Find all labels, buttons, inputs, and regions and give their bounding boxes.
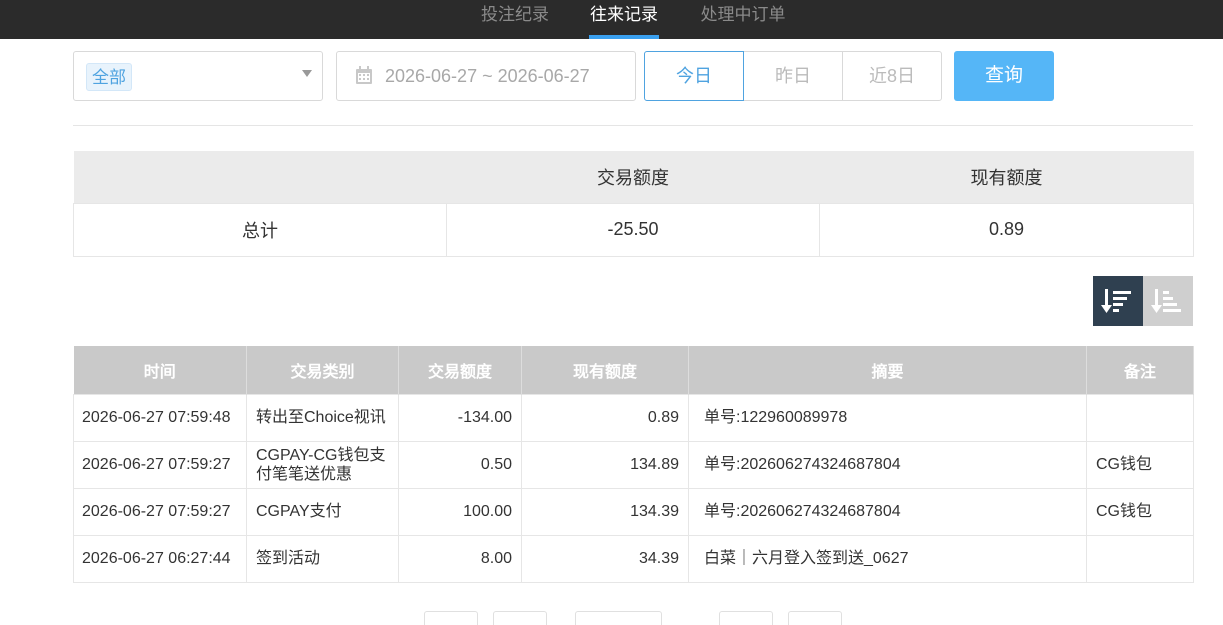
last-8-days-button[interactable]: 近8日 [842, 51, 942, 101]
summary-header-blank [73, 151, 447, 203]
col-time: 时间 [73, 346, 247, 394]
summary-total-amount: -25.50 [446, 202, 820, 257]
date-range-picker[interactable]: 2026-06-27 ~ 2026-06-27 [336, 51, 636, 101]
row-summary: 单号:202606274324687804 [688, 440, 1087, 489]
row-time: 2026-06-27 06:27:44 [73, 534, 247, 583]
row-summary: 单号:202606274324687804 [688, 487, 1087, 536]
today-button[interactable]: 今日 [644, 51, 744, 101]
pagination-first-button[interactable] [424, 611, 478, 625]
row-category: CGPAY-CG钱包支付笔笔送优惠 [246, 440, 399, 489]
row-balance: 134.89 [521, 440, 689, 489]
pagination-page-input[interactable] [575, 611, 662, 625]
records-header: 时间 交易类别 交易额度 现有额度 摘要 备注 [73, 346, 1194, 394]
row-balance: 0.89 [521, 393, 689, 442]
table-row: 2026-06-27 07:59:27 CGPAY-CG钱包支付笔笔送优惠 0.… [73, 440, 1194, 489]
chevron-down-icon [302, 70, 312, 77]
row-note: CG钱包 [1086, 440, 1194, 489]
row-amount: 0.50 [398, 440, 522, 489]
col-balance: 现有额度 [521, 346, 689, 394]
summary-table: 交易额度 现有额度 总计 -25.50 0.89 [73, 151, 1194, 257]
row-summary: 单号:122960089978 [688, 393, 1087, 442]
row-amount: 100.00 [398, 487, 522, 536]
table-row: 2026-06-27 06:27:44 签到活动 8.00 34.39 白菜｜六… [73, 534, 1194, 583]
summary-header-balance: 现有额度 [819, 151, 1194, 203]
row-category: CGPAY支付 [246, 487, 399, 536]
summary-total-label: 总计 [73, 202, 447, 257]
table-row: 2026-06-27 07:59:27 CGPAY支付 100.00 134.3… [73, 487, 1194, 536]
tab-bet-records[interactable]: 投注纪录 [479, 0, 551, 39]
divider [73, 125, 1193, 126]
row-amount: -134.00 [398, 393, 522, 442]
yesterday-button[interactable]: 昨日 [743, 51, 843, 101]
col-summary: 摘要 [688, 346, 1087, 394]
sort-asc-icon [1151, 289, 1181, 313]
row-time: 2026-06-27 07:59:48 [73, 393, 247, 442]
col-category: 交易类别 [246, 346, 399, 394]
sort-desc-icon [1101, 289, 1131, 313]
row-time: 2026-06-27 07:59:27 [73, 487, 247, 536]
query-button[interactable]: 查询 [954, 51, 1054, 101]
row-summary: 白菜｜六月登入签到送_0627 [688, 534, 1087, 583]
sort-desc-button[interactable] [1093, 276, 1143, 326]
row-category: 转出至Choice视讯 [246, 393, 399, 442]
tab-transaction-records[interactable]: 往来记录 [589, 0, 659, 39]
category-tag: 全部 [86, 63, 132, 91]
summary-header-amount: 交易额度 [446, 151, 820, 203]
tab-pending-orders[interactable]: 处理中订单 [698, 0, 788, 39]
row-note [1086, 534, 1194, 583]
summary-total-balance: 0.89 [819, 202, 1194, 257]
row-balance: 134.39 [521, 487, 689, 536]
pagination-next-button[interactable] [719, 611, 773, 625]
row-note [1086, 393, 1194, 442]
row-category: 签到活动 [246, 534, 399, 583]
row-note: CG钱包 [1086, 487, 1194, 536]
summary-header: 交易额度 现有额度 [73, 151, 1194, 203]
top-tab-bar: 投注纪录 往来记录 处理中订单 [0, 0, 1223, 39]
date-range-text: 2026-06-27 ~ 2026-06-27 [385, 66, 590, 86]
records-table: 时间 交易类别 交易额度 现有额度 摘要 备注 2026-06-27 07:59… [73, 346, 1194, 583]
pagination-last-button[interactable] [788, 611, 842, 625]
table-row: 2026-06-27 07:59:48 转出至Choice视讯 -134.00 … [73, 393, 1194, 442]
quick-date-group: 今日 昨日 近8日 [644, 51, 942, 101]
sort-asc-button[interactable] [1143, 276, 1193, 326]
category-select[interactable]: 全部 [73, 51, 323, 101]
col-amount: 交易额度 [398, 346, 522, 394]
col-note: 备注 [1086, 346, 1194, 394]
calendar-icon [356, 66, 372, 84]
pagination-prev-button[interactable] [493, 611, 547, 625]
row-time: 2026-06-27 07:59:27 [73, 440, 247, 489]
summary-row: 总计 -25.50 0.89 [73, 202, 1194, 257]
row-amount: 8.00 [398, 534, 522, 583]
row-balance: 34.39 [521, 534, 689, 583]
